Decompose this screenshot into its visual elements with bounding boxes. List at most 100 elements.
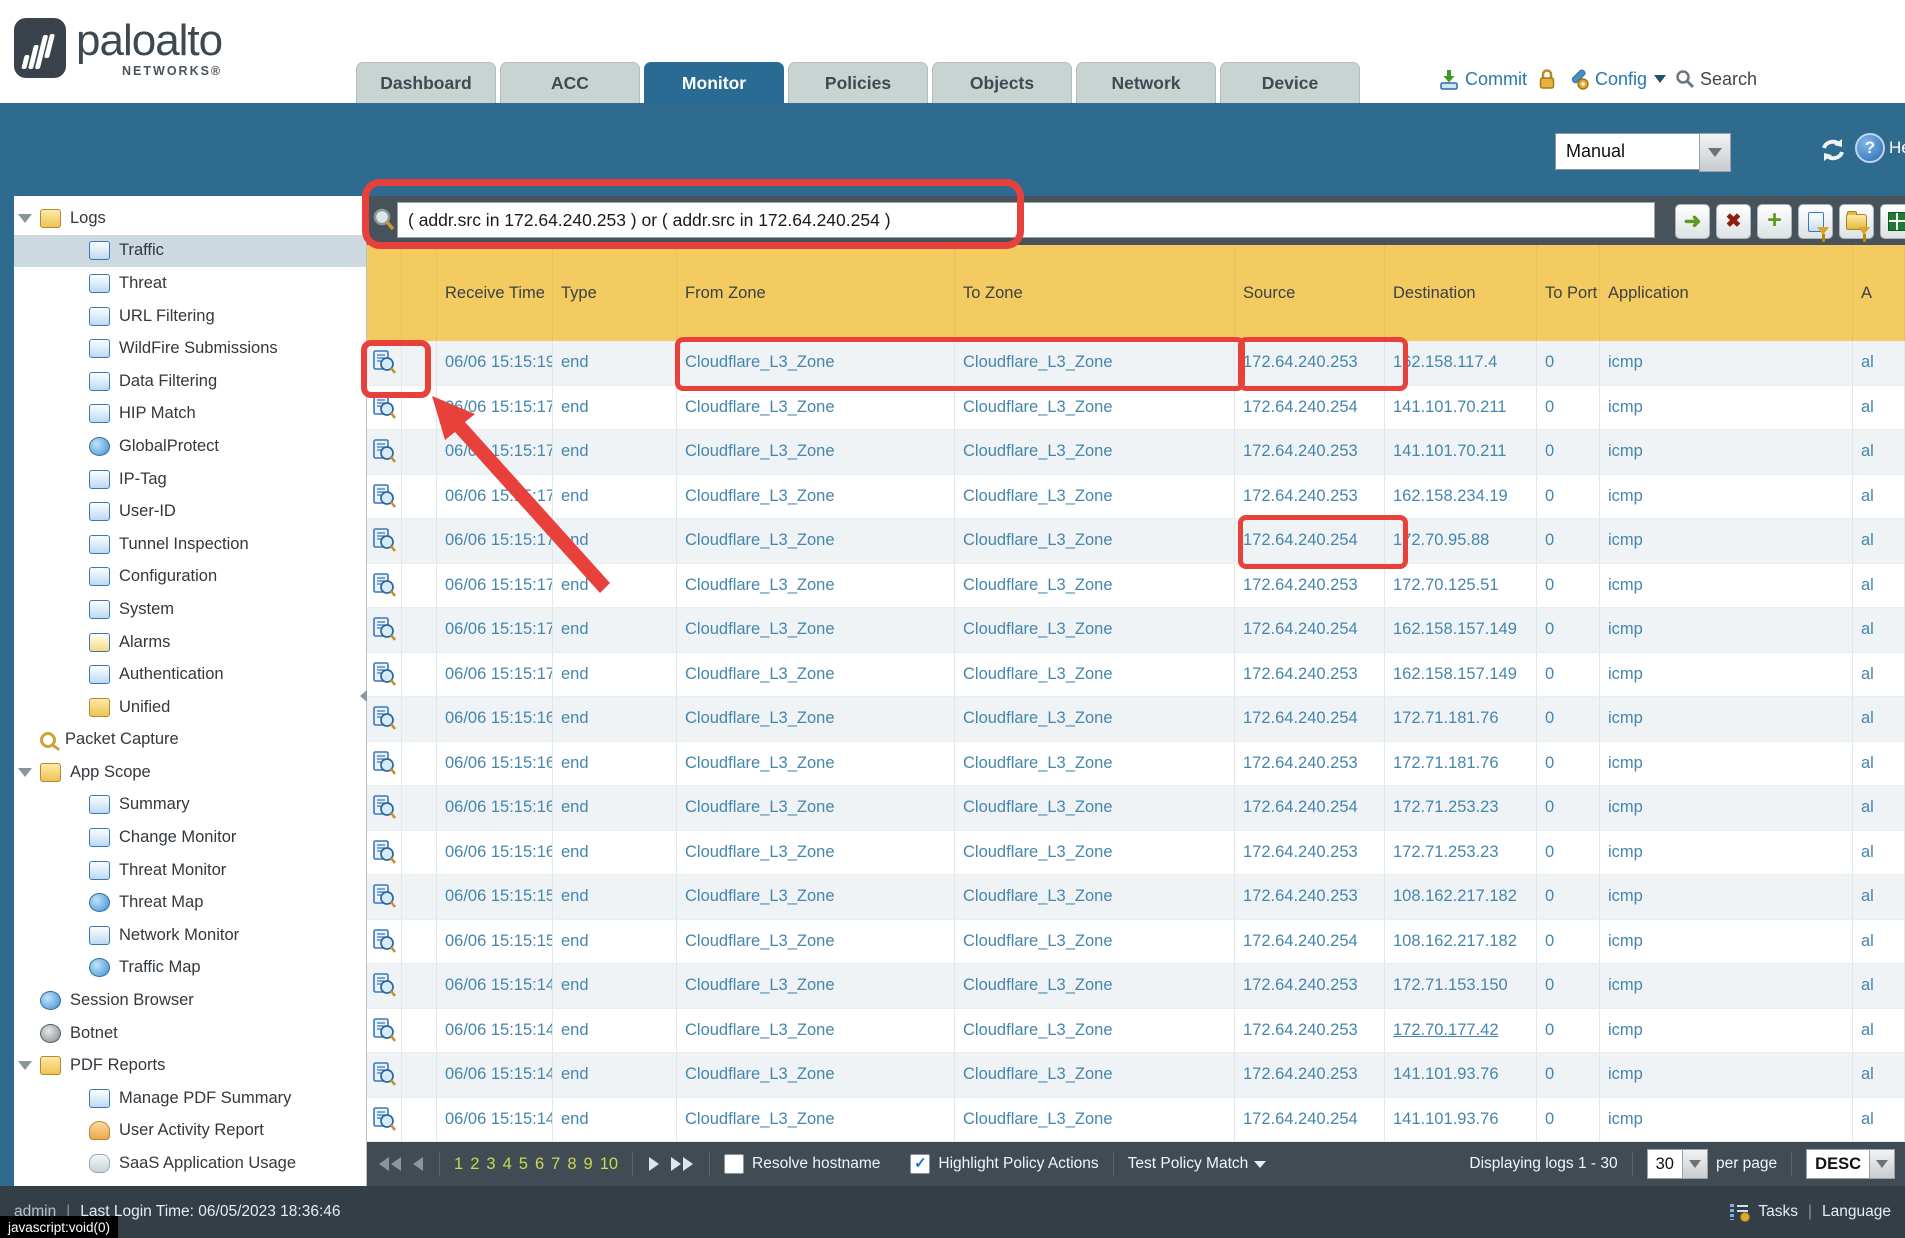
source-cell[interactable]: 172.64.240.253 xyxy=(1235,430,1385,474)
page-8[interactable]: 8 xyxy=(567,1155,576,1174)
from-zone-cell[interactable]: Cloudflare_L3_Zone xyxy=(677,875,955,919)
application-cell[interactable]: icmp xyxy=(1600,1098,1853,1142)
log-table-row[interactable]: 06/06 15:15:17 end Cloudflare_L3_Zone Cl… xyxy=(367,608,1905,653)
column-header-receive-time[interactable]: Receive Time xyxy=(437,245,553,341)
tree-expander[interactable] xyxy=(67,540,89,549)
next-page-button[interactable] xyxy=(647,1155,661,1173)
to-zone-cell[interactable]: Cloudflare_L3_Zone xyxy=(955,964,1235,1008)
tree-expander[interactable] xyxy=(67,670,89,679)
sidebar-item-summary[interactable]: Summary xyxy=(14,789,366,822)
filter-query-input[interactable] xyxy=(397,202,1655,238)
source-cell[interactable]: 172.64.240.254 xyxy=(1235,920,1385,964)
to-zone-cell[interactable]: Cloudflare_L3_Zone xyxy=(955,742,1235,786)
tree-expander[interactable] xyxy=(67,475,89,484)
destination-cell[interactable]: 141.101.93.76 xyxy=(1385,1098,1537,1142)
search-button[interactable]: Search xyxy=(1675,69,1757,90)
tree-expander[interactable] xyxy=(18,214,40,223)
application-cell[interactable]: icmp xyxy=(1600,341,1853,385)
tree-expander[interactable] xyxy=(67,279,89,288)
from-zone-cell[interactable]: Cloudflare_L3_Zone xyxy=(677,653,955,697)
tree-expander[interactable] xyxy=(18,768,40,777)
log-detail-button[interactable] xyxy=(367,564,402,608)
tree-expander[interactable] xyxy=(67,1159,89,1168)
to-zone-cell[interactable]: Cloudflare_L3_Zone xyxy=(955,875,1235,919)
source-cell[interactable]: 172.64.240.254 xyxy=(1235,519,1385,563)
log-detail-button[interactable] xyxy=(367,1009,402,1053)
destination-cell[interactable]: 172.71.253.23 xyxy=(1385,786,1537,830)
application-cell[interactable]: icmp xyxy=(1600,875,1853,919)
destination-cell[interactable]: 141.101.70.211 xyxy=(1385,386,1537,430)
tree-expander[interactable] xyxy=(67,442,89,451)
page-10[interactable]: 10 xyxy=(600,1155,618,1174)
destination-cell[interactable]: 172.71.181.76 xyxy=(1385,742,1537,786)
tree-expander[interactable] xyxy=(67,931,89,940)
sidebar-item-traffic[interactable]: Traffic xyxy=(14,235,366,268)
first-page-button[interactable] xyxy=(377,1155,403,1173)
destination-cell[interactable]: 162.158.157.149 xyxy=(1385,653,1537,697)
page-1[interactable]: 1 xyxy=(454,1155,463,1174)
sidebar-item-pdf-reports[interactable]: PDF Reports xyxy=(14,1049,366,1082)
application-cell[interactable]: icmp xyxy=(1600,564,1853,608)
log-table-row[interactable]: 06/06 15:15:14 end Cloudflare_L3_Zone Cl… xyxy=(367,1009,1905,1054)
log-detail-button[interactable] xyxy=(367,341,402,385)
application-cell[interactable]: icmp xyxy=(1600,386,1853,430)
column-header[interactable] xyxy=(367,245,402,341)
log-table-row[interactable]: 06/06 15:15:15 end Cloudflare_L3_Zone Cl… xyxy=(367,875,1905,920)
source-cell[interactable]: 172.64.240.253 xyxy=(1235,742,1385,786)
application-cell[interactable]: icmp xyxy=(1600,697,1853,741)
apply-filter-button[interactable]: ➜ xyxy=(1675,204,1710,239)
destination-cell[interactable]: 172.71.253.23 xyxy=(1385,831,1537,875)
tab-device[interactable]: Device xyxy=(1220,62,1360,104)
tree-expander[interactable] xyxy=(67,963,89,972)
log-table-row[interactable]: 06/06 15:15:16 end Cloudflare_L3_Zone Cl… xyxy=(367,742,1905,787)
page-7[interactable]: 7 xyxy=(551,1155,560,1174)
tab-dashboard[interactable]: Dashboard xyxy=(356,62,496,104)
to-zone-cell[interactable]: Cloudflare_L3_Zone xyxy=(955,1098,1235,1142)
tree-expander[interactable] xyxy=(67,344,89,353)
application-cell[interactable]: icmp xyxy=(1600,430,1853,474)
tab-policies[interactable]: Policies xyxy=(788,62,928,104)
log-table-row[interactable]: 06/06 15:15:14 end Cloudflare_L3_Zone Cl… xyxy=(367,1053,1905,1098)
refresh-mode-dropdown-button[interactable] xyxy=(1699,133,1731,172)
config-menu-button[interactable]: Config xyxy=(1567,69,1666,90)
application-cell[interactable]: icmp xyxy=(1600,964,1853,1008)
clear-filter-button[interactable]: ✖ xyxy=(1716,204,1751,239)
column-header-source[interactable]: Source xyxy=(1235,245,1385,341)
sidebar-item-threat[interactable]: Threat xyxy=(14,267,366,300)
source-cell[interactable]: 172.64.240.253 xyxy=(1235,831,1385,875)
commit-button[interactable]: Commit xyxy=(1438,69,1527,90)
tree-expander[interactable] xyxy=(67,572,89,581)
log-detail-button[interactable] xyxy=(367,1098,402,1142)
log-table-row[interactable]: 06/06 15:15:17 end Cloudflare_L3_Zone Cl… xyxy=(367,653,1905,698)
language-button[interactable]: Language xyxy=(1822,1203,1891,1221)
log-detail-button[interactable] xyxy=(367,653,402,697)
sidebar-item-hip-match[interactable]: HIP Match xyxy=(14,398,366,431)
destination-cell[interactable]: 162.158.157.149 xyxy=(1385,608,1537,652)
prev-page-button[interactable] xyxy=(411,1155,425,1173)
page-3[interactable]: 3 xyxy=(486,1155,495,1174)
application-cell[interactable]: icmp xyxy=(1600,786,1853,830)
column-header-destination[interactable]: Destination xyxy=(1385,245,1537,341)
sidebar-item-url-filtering[interactable]: URL Filtering xyxy=(14,300,366,333)
application-cell[interactable]: icmp xyxy=(1600,608,1853,652)
column-header-type[interactable]: Type xyxy=(553,245,677,341)
log-table-row[interactable]: 06/06 15:15:16 end Cloudflare_L3_Zone Cl… xyxy=(367,786,1905,831)
tree-expander[interactable] xyxy=(18,1061,40,1070)
to-zone-cell[interactable]: Cloudflare_L3_Zone xyxy=(955,386,1235,430)
to-zone-cell[interactable]: Cloudflare_L3_Zone xyxy=(955,1009,1235,1053)
source-cell[interactable]: 172.64.240.254 xyxy=(1235,697,1385,741)
sidebar-item-botnet[interactable]: Botnet xyxy=(14,1017,366,1050)
tree-expander[interactable] xyxy=(67,312,89,321)
log-table-row[interactable]: 06/06 15:15:17 end Cloudflare_L3_Zone Cl… xyxy=(367,430,1905,475)
application-cell[interactable]: icmp xyxy=(1600,1053,1853,1097)
destination-cell[interactable]: 172.70.125.51 xyxy=(1385,564,1537,608)
log-table-row[interactable]: 06/06 15:15:17 end Cloudflare_L3_Zone Cl… xyxy=(367,386,1905,431)
test-policy-match-button[interactable]: Test Policy Match xyxy=(1128,1155,1267,1173)
tab-monitor[interactable]: Monitor xyxy=(644,62,784,104)
application-cell[interactable]: icmp xyxy=(1600,519,1853,563)
lock-icon[interactable] xyxy=(1536,68,1558,90)
source-cell[interactable]: 172.64.240.253 xyxy=(1235,964,1385,1008)
from-zone-cell[interactable]: Cloudflare_L3_Zone xyxy=(677,1098,955,1142)
column-header-to-port[interactable]: To Port xyxy=(1537,245,1600,341)
column-header[interactable] xyxy=(402,245,437,341)
